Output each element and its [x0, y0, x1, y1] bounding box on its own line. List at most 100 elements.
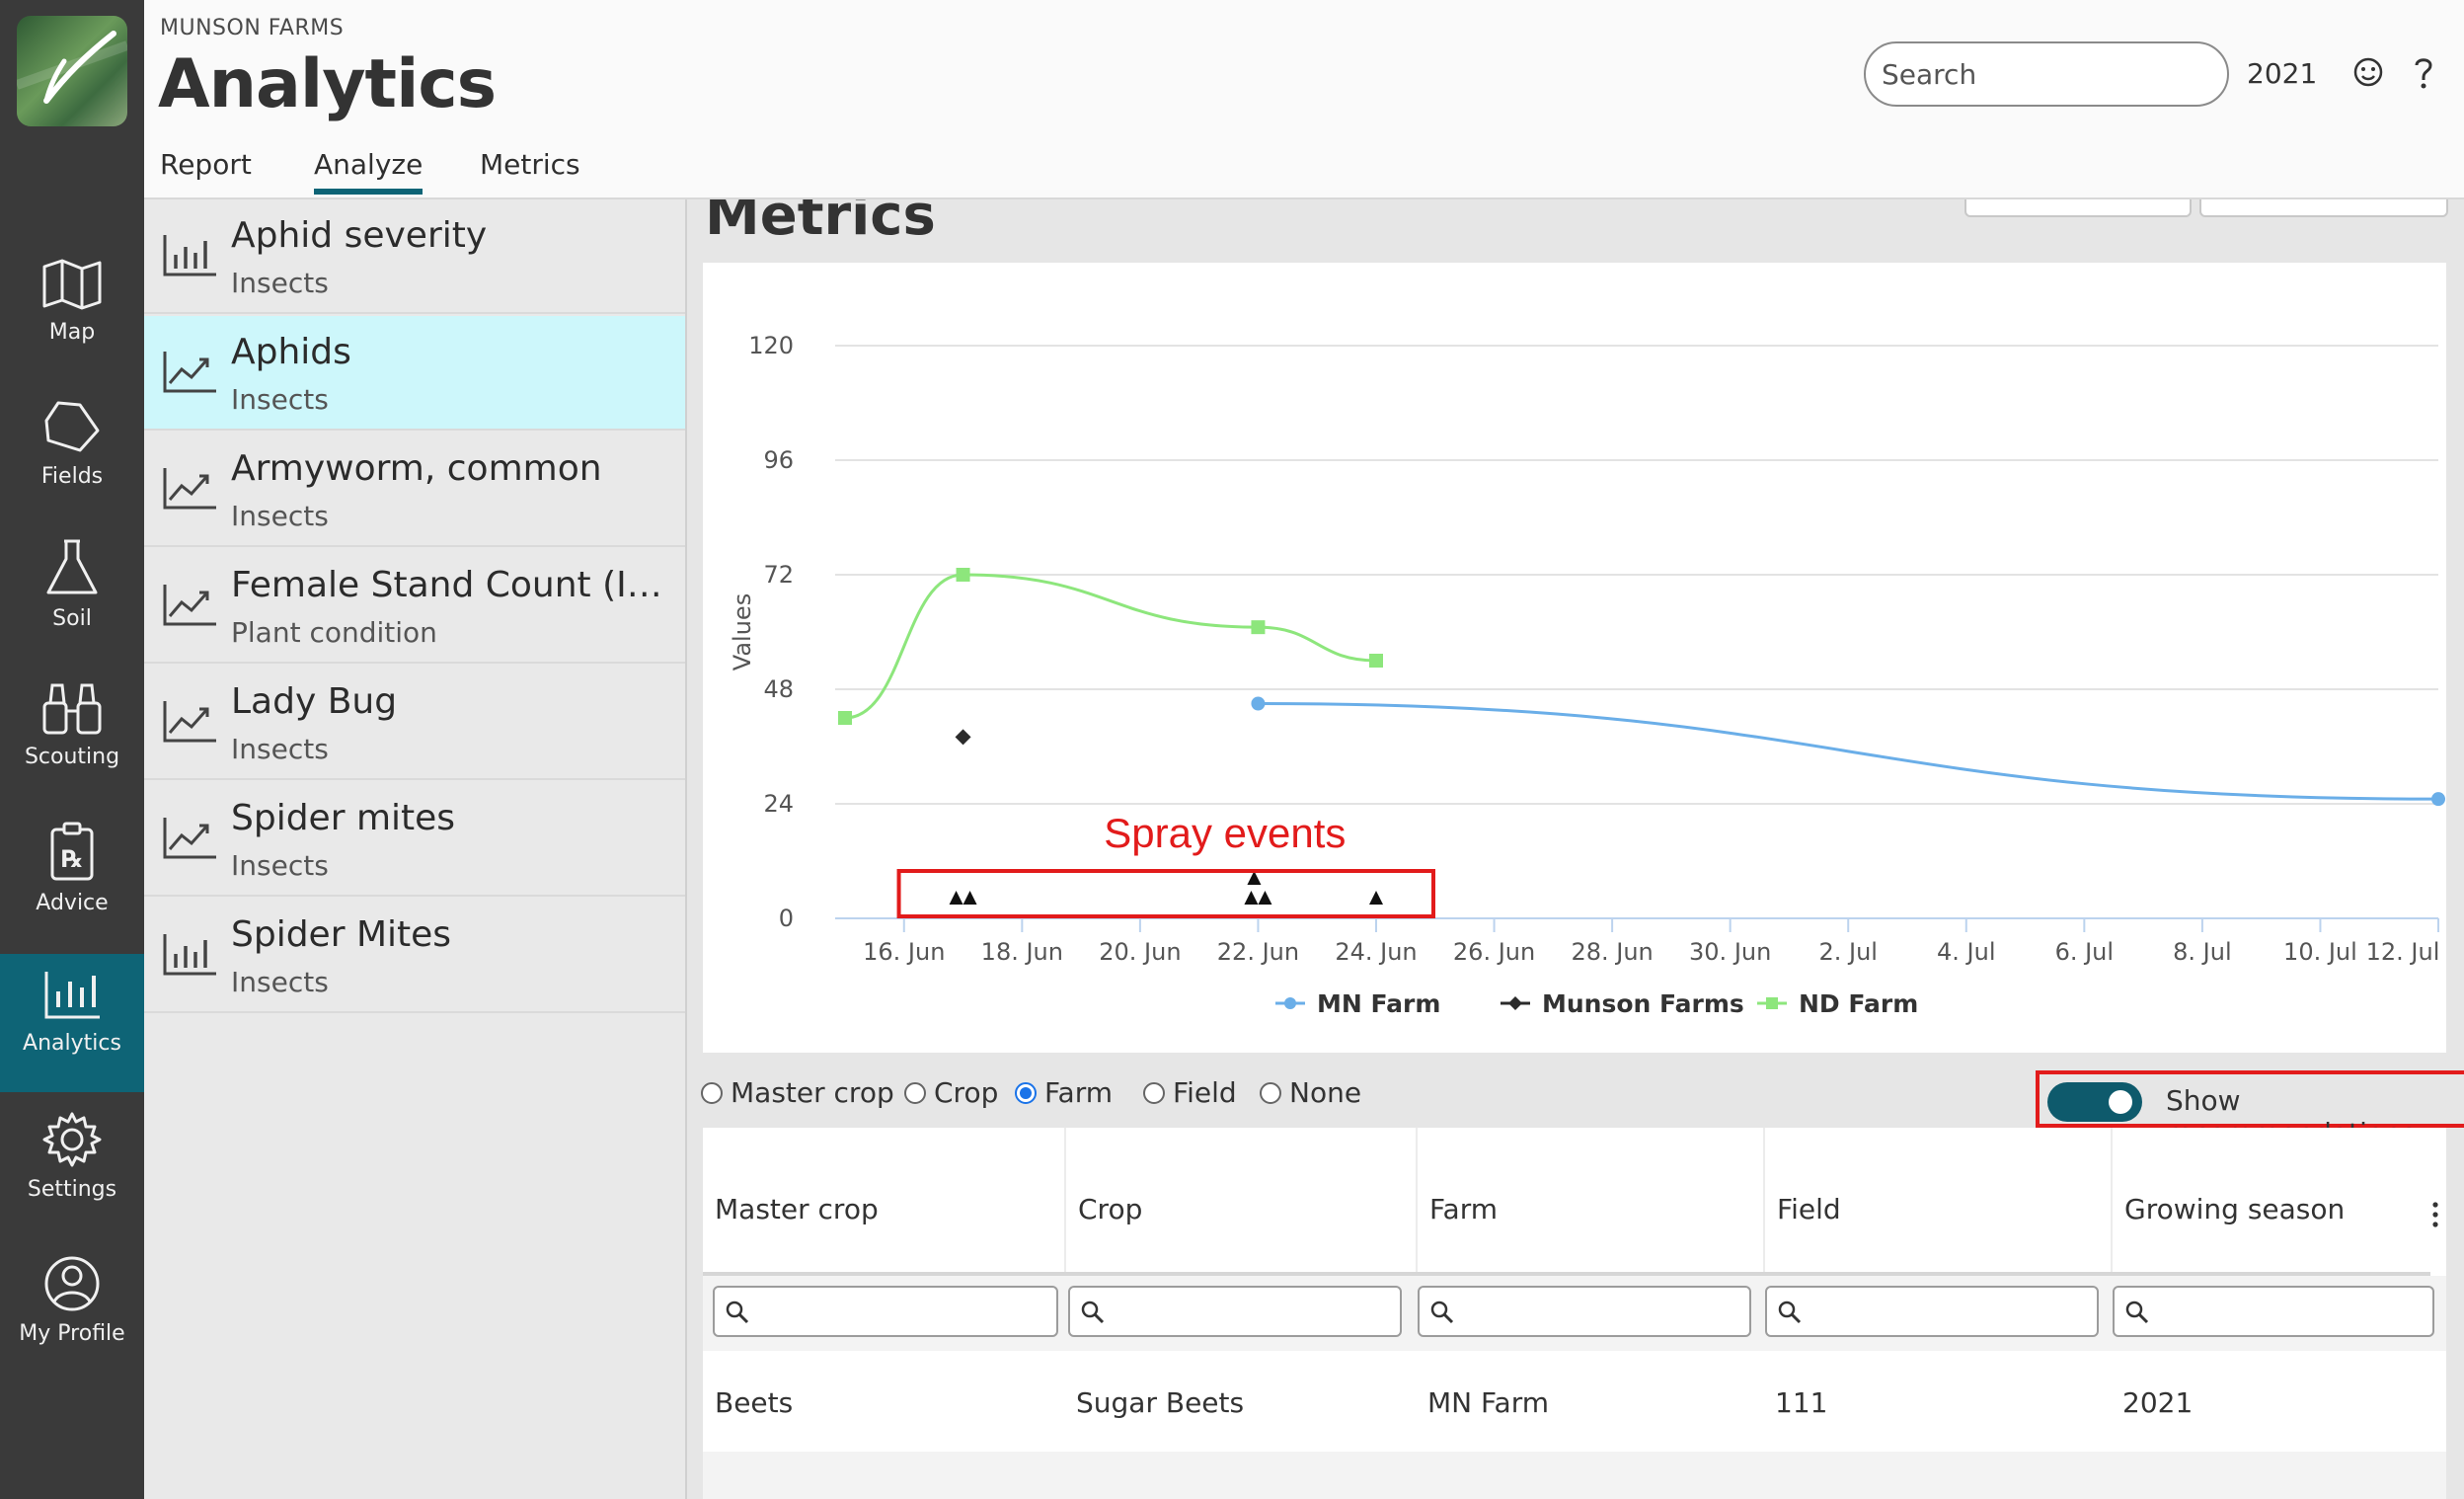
metrics-list: Aphid severity Insects Aphids Insects Ar…: [144, 199, 687, 1499]
radio-none[interactable]: None: [1260, 1076, 1361, 1109]
help-icon[interactable]: [2409, 55, 2438, 91]
search-input[interactable]: [1864, 41, 2229, 107]
nav-item-fields[interactable]: Fields: [0, 383, 144, 521]
metric-title: Female Stand Count (In the field): [231, 565, 665, 605]
list-item[interactable]: Aphids Insects: [144, 316, 685, 431]
app-logo[interactable]: [17, 16, 127, 126]
spray-event-marker[interactable]: [1247, 871, 1262, 885]
nav-item-advice[interactable]: ℞ Advice: [0, 808, 144, 946]
column-header-crop[interactable]: Crop: [1064, 1128, 1416, 1274]
x-tick-label: 8. Jul: [2173, 938, 2231, 966]
spray-event-marker[interactable]: [1244, 891, 1259, 905]
radio-button[interactable]: [1260, 1081, 1281, 1104]
series-line-nd-farm: [844, 573, 1377, 720]
column-menu-icon[interactable]: [2430, 1201, 2440, 1228]
field-icon: [44, 401, 100, 452]
column-header-master-crop[interactable]: Master crop: [703, 1128, 1064, 1274]
nav-item-scouting[interactable]: Scouting: [0, 668, 144, 806]
list-item[interactable]: Spider mites Insects: [144, 782, 685, 897]
toolbar-button[interactable]: [2199, 199, 2448, 217]
radio-button[interactable]: [1015, 1081, 1037, 1104]
data-point[interactable]: [955, 729, 971, 746]
metric-title: Armyworm, common: [231, 448, 602, 489]
x-tick-label: 24. Jun: [1335, 938, 1417, 966]
cell-crop: Sugar Beets: [1076, 1386, 1245, 1419]
nav-label: Settings: [27, 1177, 117, 1202]
filter-input-farm[interactable]: [1418, 1286, 1751, 1337]
metric-title: Spider Mites: [231, 914, 452, 955]
grouping-options: Master crop Crop Farm Field None Show re…: [701, 1068, 2464, 1149]
tab-report[interactable]: Report: [160, 148, 252, 181]
radio-button[interactable]: [1143, 1081, 1165, 1104]
nav-item-settings[interactable]: Settings: [0, 1096, 144, 1234]
data-point[interactable]: [2431, 792, 2445, 807]
radio-button[interactable]: [701, 1081, 723, 1104]
nav-item-my-profile[interactable]: My Profile: [0, 1240, 144, 1379]
radio-crop[interactable]: Crop: [904, 1076, 998, 1109]
nav-item-map[interactable]: Map: [0, 243, 144, 381]
tab-analyze[interactable]: Analyze: [314, 148, 424, 195]
filter-input-growing-season[interactable]: [2113, 1286, 2434, 1337]
x-tick-label: 4. Jul: [1937, 938, 1995, 966]
feedback-smiley-icon[interactable]: [2351, 55, 2385, 89]
nav-label: Map: [48, 320, 96, 345]
chart-container: 0 24 48 72 96 120 Values 16. Jun 18. Jun 20. Jun 2…: [703, 263, 2446, 1053]
data-point[interactable]: [1251, 620, 1266, 635]
nav-label: Advice: [36, 891, 109, 915]
data-point[interactable]: [838, 711, 852, 725]
legend-label[interactable]: MN Farm: [1317, 989, 1440, 1018]
toolbar-button[interactable]: [1964, 199, 2192, 217]
organization-name: MUNSON FARMS: [160, 16, 345, 40]
radio-label: Farm: [1044, 1076, 1113, 1109]
list-item[interactable]: Female Stand Count (In the field) Plant …: [144, 549, 685, 664]
table-row[interactable]: Beets Sugar Beets MN Farm 111 2021: [703, 1365, 2446, 1440]
left-nav: Map Fields Soil Scouting ℞ Advice Analyt…: [0, 0, 144, 1499]
nav-label: Scouting: [24, 745, 120, 769]
tab-metrics[interactable]: Metrics: [480, 148, 580, 181]
radio-field[interactable]: Field: [1143, 1076, 1237, 1109]
list-item[interactable]: Lady Bug Insects: [144, 666, 685, 780]
radio-master-crop[interactable]: Master crop: [701, 1076, 894, 1109]
filter-input-master-crop[interactable]: [713, 1286, 1058, 1337]
toggle-knob: [2109, 1090, 2132, 1114]
spray-event-marker[interactable]: [1369, 891, 1383, 905]
table-row-partial: [703, 1452, 2446, 1499]
gear-icon: [42, 1112, 102, 1167]
list-item[interactable]: Spider Mites Insects: [144, 899, 685, 1013]
legend-label[interactable]: ND Farm: [1799, 989, 1918, 1018]
radio-farm[interactable]: Farm: [1015, 1076, 1113, 1109]
filter-input-field[interactable]: [1765, 1286, 2099, 1337]
x-tick-label: 18. Jun: [981, 938, 1063, 966]
metric-title: Aphids: [231, 332, 351, 372]
line-chart-icon: [163, 818, 216, 859]
x-tick-label: 30. Jun: [1689, 938, 1771, 966]
column-header-farm[interactable]: Farm: [1416, 1128, 1763, 1274]
bar-chart-icon: [163, 235, 216, 276]
show-recommendations-toggle[interactable]: [2047, 1082, 2142, 1122]
radio-button[interactable]: [904, 1081, 926, 1104]
x-tick-label: 6. Jul: [2055, 938, 2114, 966]
spray-event-marker[interactable]: [962, 891, 977, 905]
year-selector[interactable]: 2021: [2247, 57, 2317, 90]
filter-input-crop[interactable]: [1068, 1286, 1402, 1337]
list-item[interactable]: Armyworm, common Insects: [144, 433, 685, 547]
legend-label[interactable]: Munson Farms: [1542, 989, 1744, 1018]
nav-item-soil[interactable]: Soil: [0, 523, 144, 662]
metric-category: Insects: [231, 500, 329, 532]
binoculars-icon: [42, 683, 102, 735]
radio-label: None: [1289, 1076, 1362, 1109]
spray-event-marker[interactable]: [949, 891, 963, 905]
nav-label: Fields: [40, 464, 104, 489]
data-point[interactable]: [1369, 654, 1383, 668]
line-chart-icon: [163, 585, 216, 626]
list-item[interactable]: Aphid severity Insects: [144, 199, 685, 314]
nav-item-analytics[interactable]: Analytics: [0, 954, 144, 1092]
metric-category: Insects: [231, 849, 329, 882]
column-header-growing-season[interactable]: Growing season: [2111, 1128, 2436, 1274]
data-table: Master crop Crop Farm Field Growing seas…: [703, 1128, 2446, 1499]
data-point[interactable]: [1251, 696, 1266, 711]
column-header-field[interactable]: Field: [1763, 1128, 2111, 1274]
user-icon: [44, 1256, 100, 1311]
spray-event-marker[interactable]: [1258, 891, 1272, 905]
data-point[interactable]: [956, 568, 970, 582]
